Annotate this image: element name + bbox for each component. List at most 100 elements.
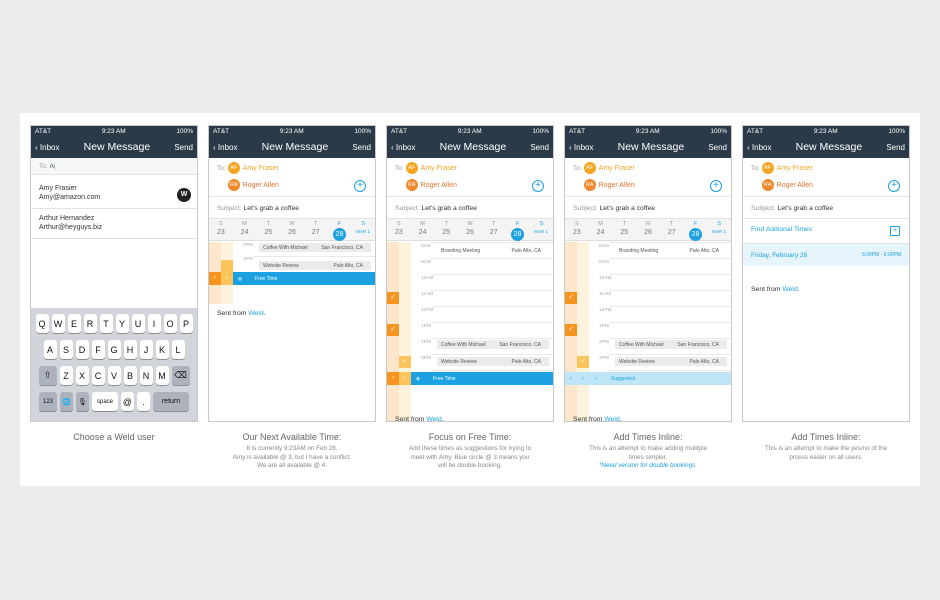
recipient[interactable]: To:RARoger Allen [573,179,731,191]
day-2[interactable]: T 25 [256,219,280,240]
day-2[interactable]: T 25 [434,219,458,240]
send-button[interactable]: Send [708,143,727,152]
key-p[interactable]: P [179,314,193,333]
day-1[interactable]: M 24 [589,219,613,240]
event-branding[interactable]: Branding Meeting Palo Alto, CA [437,244,549,258]
recipient[interactable]: To:RARoger Allen [395,179,553,191]
delete-key[interactable]: ⌫ [171,366,190,385]
day-3[interactable]: W 26 [280,219,304,240]
weld-link[interactable]: Weld [782,286,797,293]
checkmark-icon[interactable]: ✓ [577,356,589,368]
send-button[interactable]: Send [530,143,549,152]
event-website-review[interactable]: Website Review Palo Alto, CA [615,357,727,366]
subject-field[interactable]: Subject: Let's grab a coffee [751,205,909,212]
numbers-key[interactable]: 123 [39,392,57,411]
day-6[interactable]: S MAR 1 [707,219,731,240]
key-m[interactable]: M [155,366,169,385]
key-g[interactable]: G [107,340,121,359]
day-3[interactable]: W 26 [636,219,660,240]
suggested-time-row[interactable]: Friday, February 28 5:00PM - 6:00PM [743,244,909,266]
day-6[interactable]: S MAR 1 [351,219,375,240]
back-button[interactable]: ‹ Inbox [747,143,771,152]
key-x[interactable]: X [75,366,89,385]
recipient[interactable]: To: AF Amy Fraser [751,162,909,174]
to-field[interactable]: To: A | [31,158,197,175]
return-key[interactable]: return [153,392,189,411]
day-0[interactable]: S 23 [565,219,589,240]
recipient[interactable]: To:RARoger Allen [217,179,375,191]
event-website-review[interactable]: Website Review Palo Alto, CA [259,261,371,270]
send-button[interactable]: Send [886,143,905,152]
add-recipient-icon[interactable]: + [532,180,544,192]
event-website-review[interactable]: Website Review Palo Alto, CA [437,357,549,366]
subject-field[interactable]: Subject: Let's grab a coffee [217,205,375,212]
subject-field[interactable]: Subject: Let's grab a coffee [573,205,731,212]
day-5[interactable]: F 28 [506,219,530,241]
checkmark-icon[interactable] [221,260,233,272]
day-2[interactable]: T 25 [612,219,636,240]
add-recipient-icon[interactable]: + [710,180,722,192]
key-k[interactable]: K [155,340,169,359]
back-button[interactable]: ‹ Inbox [569,143,593,152]
recipient[interactable]: To: AF Amy Fraser [395,162,553,174]
event-coffee[interactable]: Coffee With Michael San Francisco, CA [259,243,371,252]
calendar-add-icon[interactable]: + [890,226,900,236]
add-recipient-icon[interactable]: + [354,180,366,192]
key-o[interactable]: O [163,314,177,333]
subject-field[interactable]: Subject: Let's grab a coffee [395,205,553,212]
key-r[interactable]: R [83,314,97,333]
recipient[interactable]: To:RARoger Allen [751,179,909,191]
suggested-slot[interactable]: ✓ ✓ ✓ Suggested [565,372,731,385]
day-0[interactable]: S 23 [387,219,411,240]
contact-suggestion[interactable]: Amy Frasier Amy@amazon.com [39,184,197,202]
weld-link[interactable]: Weld [426,416,441,421]
globe-icon[interactable]: 🌐 [60,392,73,411]
key-h[interactable]: H [123,340,137,359]
key-c[interactable]: C [91,366,105,385]
key-n[interactable]: N [139,366,153,385]
key-d[interactable]: D [75,340,89,359]
checkmark-icon[interactable]: ✓ [387,292,399,304]
key-l[interactable]: L [171,340,185,359]
key-e[interactable]: E [67,314,81,333]
key-u[interactable]: U [131,314,145,333]
key-y[interactable]: Y [115,314,129,333]
back-button[interactable]: ‹ Inbox [213,143,237,152]
add-recipient-icon[interactable]: + [888,180,900,192]
shift-key[interactable]: ⇧ [38,366,57,385]
key-s[interactable]: S [59,340,73,359]
day-4[interactable]: T 27 [304,219,328,240]
day-1[interactable]: M 24 [411,219,435,240]
event-coffee[interactable]: Coffee With Michael San Francisco, CA [615,340,727,349]
free-time-slot[interactable]: ✓ ✓ + Free Time [387,372,553,385]
recipient[interactable]: To: AF Amy Fraser [573,162,731,174]
key-a[interactable]: A [43,340,57,359]
checkmark-icon[interactable]: ✓ [565,292,577,304]
free-time-slot[interactable]: ✓ ✓ + Free Time [209,272,375,285]
checkmark-icon[interactable]: ✓ [565,324,577,336]
microphone-icon[interactable]: 🎙 [76,392,89,411]
key-v[interactable]: V [107,366,121,385]
back-button[interactable]: ‹ Inbox [35,143,59,152]
key-b[interactable]: B [123,366,137,385]
at-key[interactable]: @ [121,392,134,411]
day-4[interactable]: T 27 [660,219,684,240]
key-w[interactable]: W [51,314,65,333]
send-button[interactable]: Send [174,143,193,152]
send-button[interactable]: Send [352,143,371,152]
weld-link[interactable]: Weld [604,416,619,421]
recipient[interactable]: To: AF Amy Fraser [217,162,375,174]
checkmark-icon[interactable]: ✓ [399,356,411,368]
key-z[interactable]: Z [59,366,73,385]
day-5[interactable]: F 28 [328,219,352,241]
key-j[interactable]: J [139,340,153,359]
back-button[interactable]: ‹ Inbox [391,143,415,152]
day-0[interactable]: S 23 [209,219,233,240]
dot-key[interactable]: . [137,392,150,411]
key-i[interactable]: I [147,314,161,333]
day-3[interactable]: W 26 [458,219,482,240]
contact-suggestion[interactable]: Arthur Hernandez Arthur@heyguys.biz [39,214,197,232]
key-t[interactable]: T [99,314,113,333]
event-coffee[interactable]: Coffee With Michael San Francisco, CA [437,340,549,349]
event-branding[interactable]: Branding Meeting Palo Alto, CA [615,244,727,258]
